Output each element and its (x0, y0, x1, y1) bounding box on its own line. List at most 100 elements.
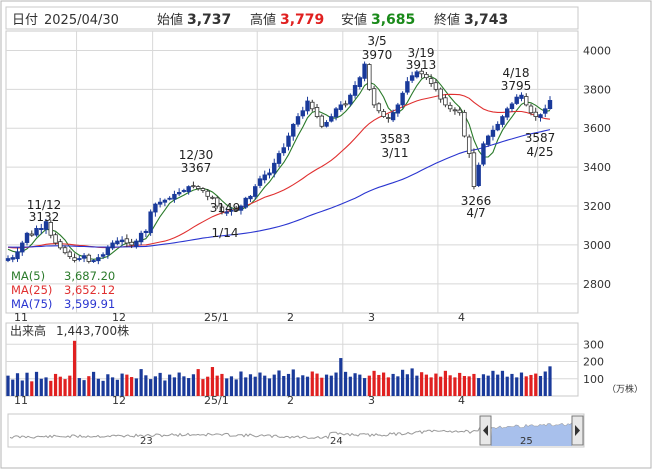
date-value: 2025/04/30 (44, 13, 119, 28)
volume-bar (415, 375, 419, 396)
annotation-value: 3587 (525, 131, 556, 145)
candle (471, 148, 477, 190)
candle-body (96, 257, 101, 262)
volume-unit: （万株） (607, 383, 643, 395)
volume-bar (139, 369, 143, 396)
x-axis-label: 2 (287, 394, 294, 407)
volume-bar (334, 372, 338, 396)
volume-bar (39, 378, 43, 396)
volume-bar (367, 375, 371, 396)
candle-body (53, 234, 58, 244)
ma25-value: 3,652.12 (64, 283, 115, 297)
ma75-value: 3,599.91 (64, 297, 115, 311)
volume-bar (477, 378, 481, 396)
candle-body (319, 115, 324, 127)
volume-bar (420, 372, 424, 396)
annotation-date: 3/5 (367, 34, 386, 48)
volume-bar (215, 375, 219, 396)
price-tick-label: 3000 (583, 239, 611, 252)
volume-bar (362, 378, 367, 396)
volume-bar (153, 376, 157, 396)
navigator-right-handle[interactable] (571, 415, 584, 446)
volume-bar (44, 377, 48, 396)
ma75-label: MA(75) (11, 297, 52, 311)
candle-body (376, 103, 382, 112)
volume-bar (30, 381, 34, 396)
volume-bar (443, 370, 448, 396)
ma5-label: MA(5) (11, 269, 45, 283)
volume-bar (144, 375, 148, 396)
candle-body (167, 197, 172, 200)
annotation-date: 3/11 (382, 146, 409, 160)
candle-body (547, 100, 553, 110)
candle-body (119, 239, 125, 243)
volume-bar (519, 372, 524, 396)
candle-body (115, 240, 120, 245)
date-label: 日付 (12, 13, 38, 28)
ma-legend: MA(5) 3,687.20 MA(25) 3,652.12 MA(75) 3,… (11, 269, 115, 311)
price-tick-label: 2800 (583, 278, 611, 291)
candle-body (509, 103, 515, 110)
candle-body (352, 85, 358, 96)
candle-body (433, 82, 439, 90)
volume-value: 1,443,700株 (56, 323, 129, 338)
volume-bar (391, 373, 395, 396)
candle-body (5, 258, 11, 261)
candle-body (48, 222, 53, 236)
volume-bar (125, 374, 129, 396)
candle-body (428, 78, 434, 84)
annotation-value: 3913 (406, 58, 437, 72)
candle-body (490, 129, 496, 137)
volume-bar (329, 375, 333, 396)
volume-bar (58, 376, 62, 396)
candle-body (138, 232, 144, 243)
candle-body (257, 178, 263, 186)
candle-body (195, 186, 201, 189)
candle-body (371, 88, 377, 106)
candle-body (476, 164, 481, 186)
candle (53, 232, 58, 245)
volume-bar (534, 373, 538, 396)
candle (367, 63, 372, 91)
annotation-value: 3132 (29, 210, 60, 224)
candle-body (519, 94, 524, 99)
volume-bar (77, 378, 81, 396)
volume-bar (343, 371, 348, 396)
volume-bar (258, 372, 262, 396)
x-axis-label: 4 (458, 394, 465, 407)
volume-bar (305, 376, 310, 396)
volume-bar (291, 369, 295, 396)
volume-bar (187, 378, 191, 396)
candle-body (524, 96, 529, 106)
volume-bar (510, 373, 514, 396)
volume-bar (529, 374, 533, 396)
volume-bar (134, 378, 138, 396)
x-axis-label: 12 (112, 394, 126, 407)
candle-body (514, 96, 519, 104)
candle-body (291, 123, 296, 137)
volume-bar (348, 376, 352, 396)
candle-body (329, 116, 334, 122)
candle-body (533, 111, 538, 117)
candle-body (110, 242, 115, 249)
candle-body (267, 172, 272, 176)
volume-bar (91, 371, 96, 396)
candle (362, 61, 367, 82)
candle-body (405, 81, 410, 93)
x-axis-label: 4 (458, 311, 465, 324)
volume-bar (405, 374, 409, 396)
volume-bar (244, 377, 248, 396)
open-label: 始値 (157, 12, 183, 28)
volume-bar (282, 375, 286, 396)
annotation-date: 4/25 (527, 145, 554, 159)
x-axis-label: 25/1 (204, 311, 229, 324)
navigator-label-24: 24 (330, 436, 343, 447)
price-tick-label: 3600 (583, 122, 611, 135)
navigator-left-handle[interactable] (479, 415, 492, 446)
close-value: 3,743 (464, 12, 508, 28)
candle-body (367, 64, 372, 90)
candle-body (29, 233, 34, 236)
candle-body (62, 247, 68, 254)
candle-body (34, 227, 39, 236)
volume-bar (339, 358, 343, 396)
